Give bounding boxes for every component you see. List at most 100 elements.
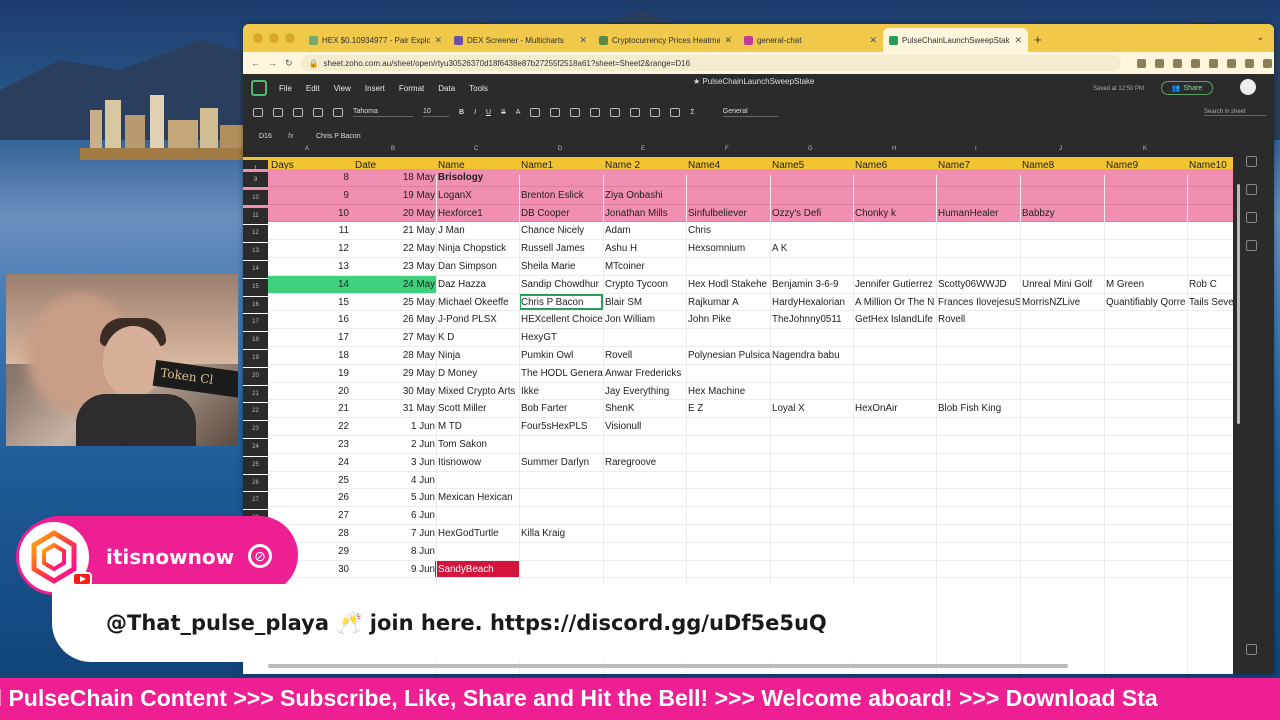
cell-name[interactable]: John Pike — [688, 314, 770, 325]
cell-name[interactable]: Brenton Eslick — [521, 190, 603, 201]
comments-icon[interactable] — [1246, 184, 1257, 195]
cell-date[interactable]: 28 May — [375, 350, 435, 361]
cell-name[interactable]: HumanHealer — [938, 208, 1020, 219]
browser-tab[interactable]: general-chat ✕ — [738, 28, 883, 52]
cell-name[interactable]: Itisnowow — [438, 457, 518, 468]
fill-color-icon[interactable] — [530, 107, 541, 117]
cell-name[interactable]: Tom Sakon — [438, 439, 518, 450]
cell-name[interactable]: Tails Seve — [1189, 297, 1233, 308]
cell-day[interactable]: 29 — [323, 546, 349, 557]
cell-date[interactable]: 5 Jun — [375, 492, 435, 503]
cell-day[interactable]: 14 — [323, 279, 349, 290]
cell-date[interactable]: 24 May — [375, 279, 435, 290]
menu-tools[interactable]: Tools — [469, 84, 488, 93]
extension-icons[interactable] — [1136, 58, 1272, 68]
formula-input[interactable]: Chris P Bacon — [308, 133, 361, 140]
close-icon[interactable]: ✕ — [1014, 35, 1022, 46]
column-letter[interactable]: B — [391, 146, 395, 152]
cell-date[interactable]: 9 Jun — [375, 564, 435, 575]
cell-name[interactable]: Mixed Crypto Arts — [438, 386, 518, 397]
cell-name[interactable]: E Z — [688, 403, 770, 414]
cell-date[interactable]: 20 May — [375, 208, 435, 219]
cell-name[interactable]: Visionull — [605, 421, 687, 432]
cell-name[interactable]: Rob C — [1189, 279, 1233, 290]
cell-day[interactable]: 10 — [323, 208, 349, 219]
cell-name[interactable]: HardyHexalorian — [772, 297, 854, 308]
cell-date[interactable]: 22 May — [375, 243, 435, 254]
search-input[interactable]: Search in sheet — [1204, 109, 1266, 116]
cell-name[interactable]: Chance Nicely — [521, 225, 603, 236]
cell-name[interactable]: Blob Fish King — [938, 403, 1020, 414]
formula-panel-icon[interactable] — [1246, 156, 1257, 167]
cell-name[interactable]: Jennifer Gutierrez — [855, 279, 937, 290]
cell-name[interactable]: Sinfulbeliever — [688, 208, 770, 219]
cell-name[interactable]: D Money — [438, 368, 518, 379]
cell-day[interactable]: 15 — [323, 297, 349, 308]
cell-name[interactable]: LoganX — [438, 190, 518, 201]
cell-name[interactable]: Ashu H — [605, 243, 687, 254]
align-icon[interactable] — [570, 107, 581, 117]
cell-name[interactable]: J-Pond PLSX — [438, 314, 518, 325]
cell-day[interactable]: 12 — [323, 243, 349, 254]
cell-day[interactable]: 16 — [323, 314, 349, 325]
cell-name[interactable]: M TD — [438, 421, 518, 432]
cell-name[interactable]: MorrisNZLive — [1022, 297, 1104, 308]
back-icon[interactable]: ← — [251, 58, 260, 68]
cell-name[interactable]: Unreal Mini Golf — [1022, 279, 1104, 290]
horizontal-scrollbar[interactable] — [268, 664, 1068, 668]
selected-cell[interactable] — [519, 293, 603, 311]
borders-icon[interactable] — [550, 107, 561, 117]
cell-date[interactable]: 2 Jun — [375, 439, 435, 450]
cell-name[interactable]: Quantifiably Qorre — [1106, 297, 1188, 308]
cell-name[interactable]: Ziya Onbashi — [605, 190, 687, 201]
menu-format[interactable]: Format — [399, 84, 424, 93]
column-letter[interactable]: C — [474, 146, 478, 152]
cell-name[interactable]: Daz Hazza — [438, 279, 518, 290]
column-letter[interactable]: J — [1059, 146, 1062, 152]
cell-day[interactable]: 21 — [323, 403, 349, 414]
cell-name[interactable]: Ninja Chopstick — [438, 243, 518, 254]
cell-name[interactable]: Babbzy — [1022, 208, 1104, 219]
cell-day[interactable]: 23 — [323, 439, 349, 450]
chart-icon[interactable] — [630, 107, 641, 117]
cell-name[interactable]: Michael Okeeffe — [438, 297, 518, 308]
number-format-select[interactable]: General — [722, 108, 778, 117]
cell-name[interactable]: GetHex IslandLife — [855, 314, 937, 325]
cell-name[interactable]: Bob Farter — [521, 403, 603, 414]
cell-date[interactable]: 30 May — [375, 386, 435, 397]
cell-date[interactable]: 4 Jun — [375, 475, 435, 486]
cell-day[interactable]: 27 — [323, 510, 349, 521]
cell-name[interactable]: Chris — [688, 225, 770, 236]
cell-name[interactable]: Hex Hodl Stakehe — [688, 279, 770, 290]
cell-name[interactable]: The HODL Genera — [521, 368, 603, 379]
cell-name[interactable]: Killa Kraig — [521, 528, 603, 539]
font-size-select[interactable]: 10 — [423, 108, 449, 117]
cell-date[interactable]: 3 Jun — [375, 457, 435, 468]
cell-name[interactable]: Hex Machine — [688, 386, 770, 397]
cell-name[interactable]: Summer Darlyn — [521, 457, 603, 468]
cell-date[interactable]: 25 May — [375, 297, 435, 308]
cell-day[interactable]: 8 — [323, 172, 349, 183]
cell-name[interactable]: TheJohnny0511 — [772, 314, 854, 325]
cell-name[interactable]: Sandip Chowdhur — [521, 279, 603, 290]
sum-icon[interactable]: Σ — [690, 109, 694, 116]
cell-day[interactable]: 25 — [323, 475, 349, 486]
cell-date[interactable]: 18 May — [375, 172, 435, 183]
cell-name[interactable]: Jon William — [605, 314, 687, 325]
help-icon[interactable] — [1246, 644, 1257, 655]
cell-name[interactable]: Scott Miller — [438, 403, 518, 414]
cell-name[interactable]: HEXcellent Choice — [521, 314, 603, 325]
cell-day[interactable]: 17 — [323, 332, 349, 343]
cell-day[interactable]: 13 — [323, 261, 349, 272]
column-letter[interactable]: K — [1143, 146, 1147, 152]
cell-name[interactable]: SandyBeach — [438, 564, 518, 575]
cell-name[interactable]: Jay Everything — [605, 386, 687, 397]
cell-name[interactable]: Frances IlovejesuS — [938, 297, 1020, 308]
browser-tab-active[interactable]: PulseChainLaunchSweepStake ✕ — [883, 28, 1028, 52]
cell-name[interactable]: A Million Or The N — [855, 297, 937, 308]
cell-name[interactable]: Raregroove — [605, 457, 687, 468]
cell-name[interactable]: Jonathan Mills — [605, 208, 687, 219]
browser-tab[interactable]: HEX $0.10934977 - Pair Explo ✕ — [303, 28, 448, 52]
browser-tab[interactable]: Cryptocurrency Prices Heatma ✕ — [593, 28, 738, 52]
cell-name[interactable]: Nagendra babu — [772, 350, 854, 361]
